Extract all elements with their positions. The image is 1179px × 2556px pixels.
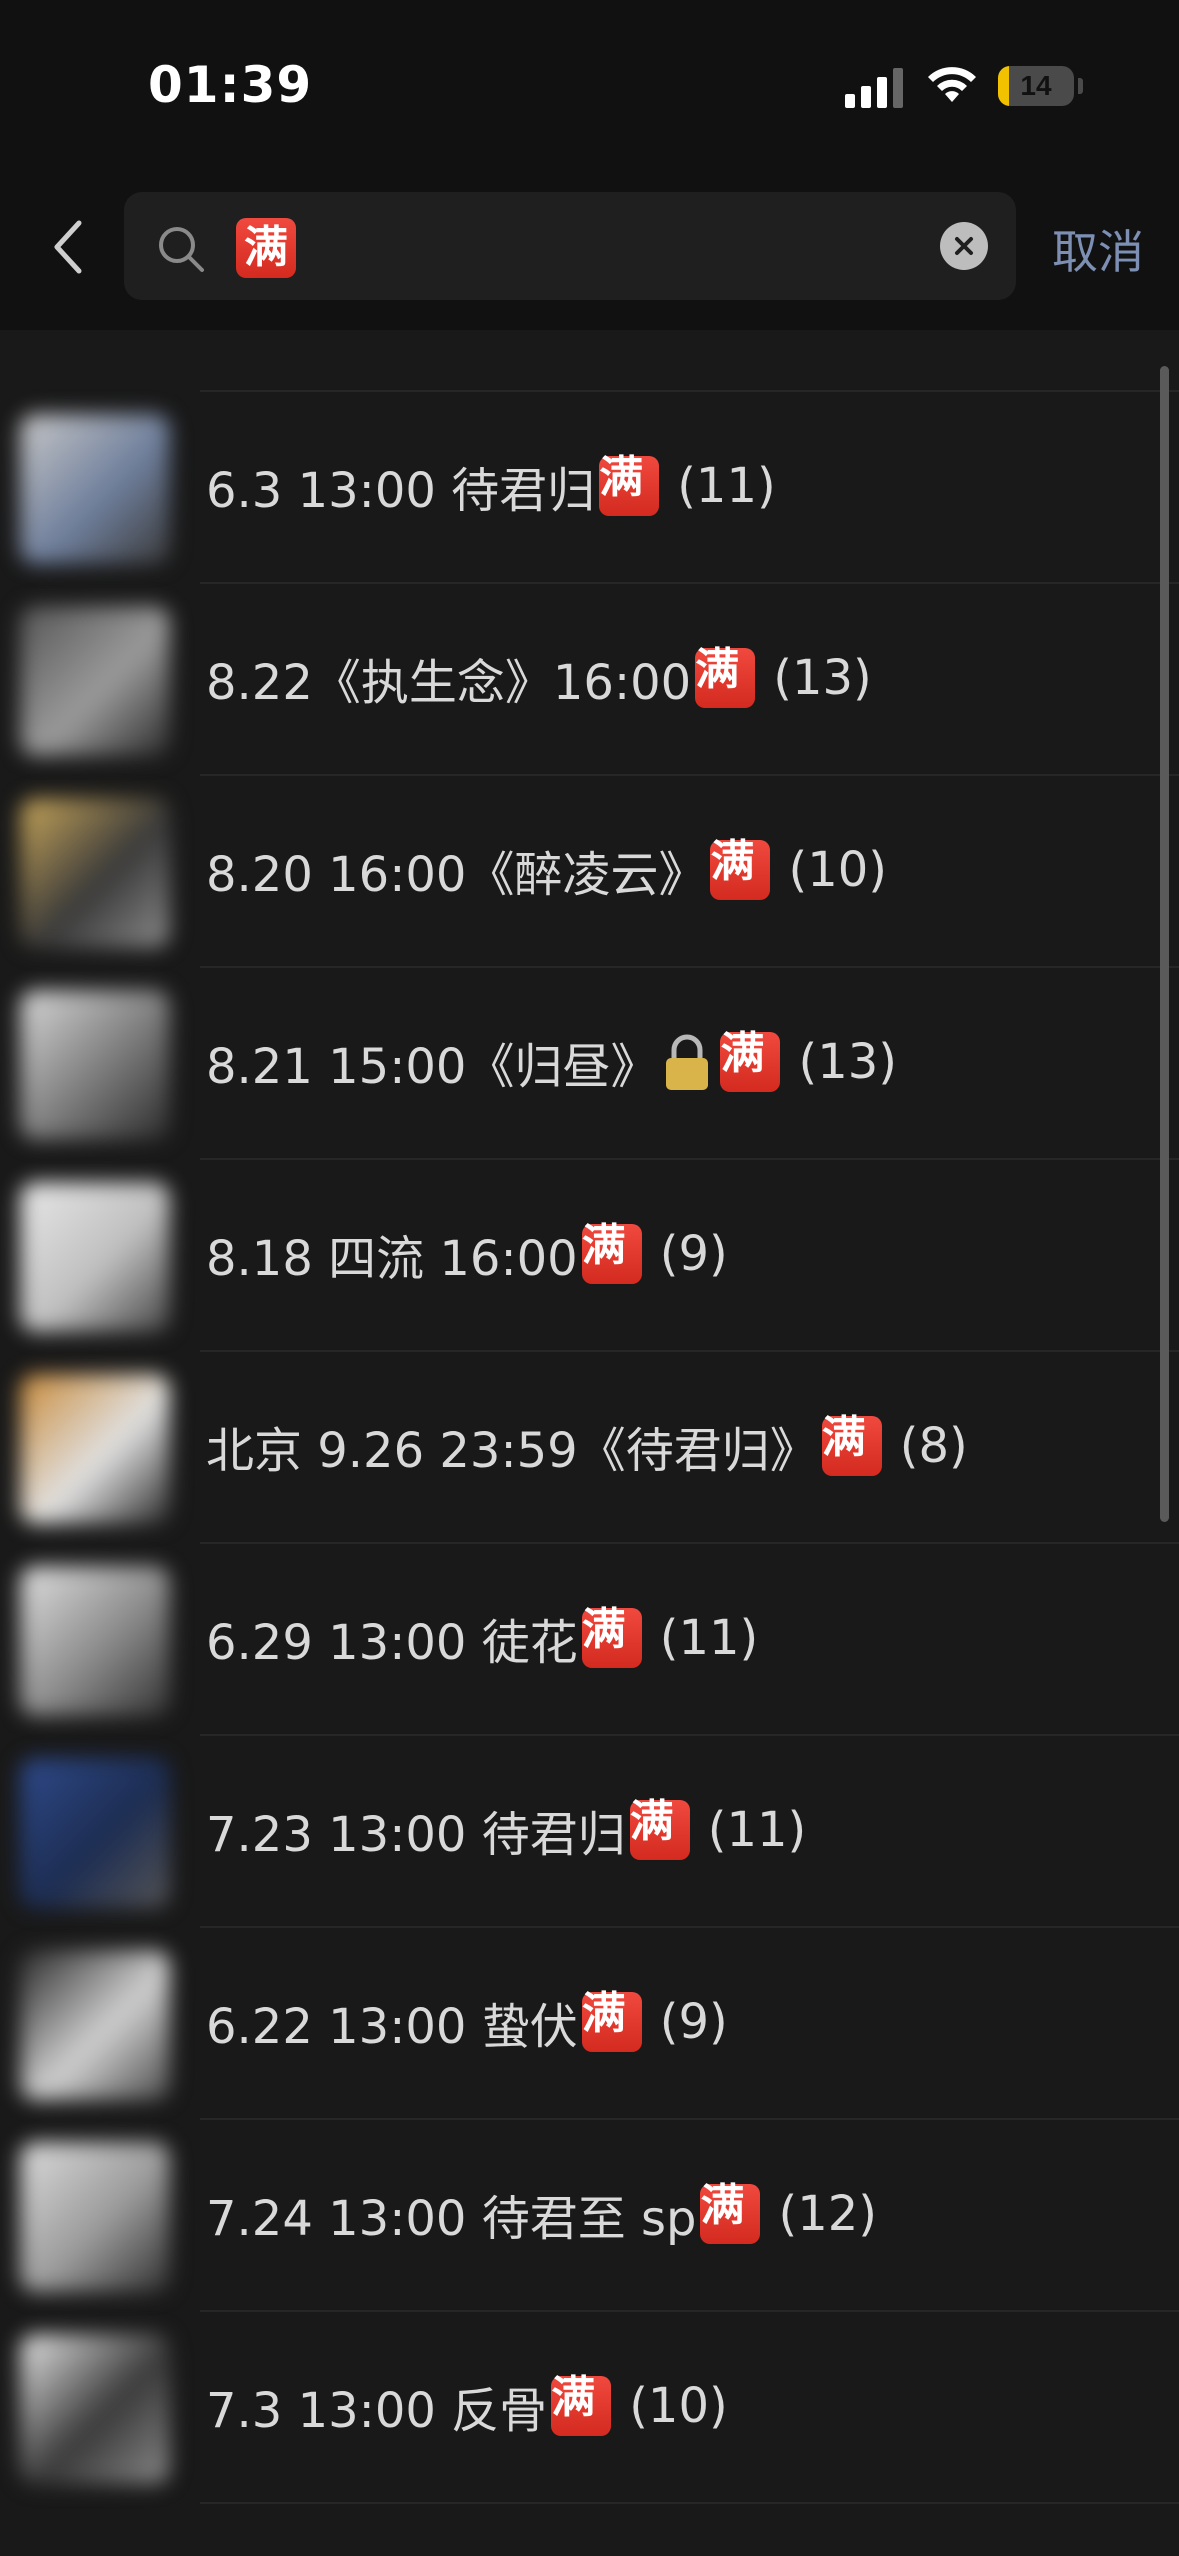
row-divider bbox=[200, 2502, 1179, 2504]
scrollbar[interactable] bbox=[1160, 366, 1169, 1522]
full-badge: 满 bbox=[581, 1992, 642, 2052]
result-row[interactable]: 6.29 13:00 徒花满 (11) bbox=[0, 1542, 1160, 1732]
full-badge: 满 bbox=[236, 218, 296, 278]
result-title: 6.22 13:00 蛰伏满 (9) bbox=[206, 1986, 728, 2058]
member-count: (10) bbox=[788, 842, 887, 898]
group-avatar bbox=[20, 2334, 170, 2484]
full-badge: 满 bbox=[821, 1416, 882, 1476]
battery-level: 14 bbox=[1020, 70, 1052, 101]
result-row[interactable]: 8.18 四流 16:00 满 (9) bbox=[0, 1158, 1160, 1348]
full-badge: 满 bbox=[720, 1032, 781, 1092]
signal-icon bbox=[845, 68, 903, 108]
result-title: 7.3 13:00 反骨满 (10) bbox=[206, 2370, 728, 2442]
result-row[interactable]: 8.21 15:00《归昼》 满 (13) bbox=[0, 966, 1160, 1156]
member-count: (9) bbox=[659, 1994, 728, 2050]
clear-search-button[interactable] bbox=[940, 222, 988, 270]
result-row[interactable]: 北京 9.26 23:59《待君归》满 (8) bbox=[0, 1350, 1160, 1540]
result-title-text: 6.29 13:00 徒花 bbox=[206, 1615, 578, 1671]
result-title: 7.24 13:00 待君至 sp 满 (12) bbox=[206, 2178, 877, 2250]
search-icon bbox=[159, 227, 204, 272]
result-title: 8.20 16:00《醉凌云》满 (10) bbox=[206, 834, 887, 906]
member-count: (10) bbox=[629, 2378, 728, 2434]
lock-icon bbox=[666, 1034, 709, 1090]
full-badge: 满 bbox=[581, 1224, 642, 1284]
member-count: (11) bbox=[707, 1802, 807, 1858]
full-badge: 满 bbox=[629, 1800, 690, 1860]
group-avatar bbox=[20, 798, 170, 948]
full-badge: 满 bbox=[551, 2376, 612, 2436]
search-input[interactable]: 满 bbox=[232, 218, 300, 278]
search-box[interactable]: 满 bbox=[124, 192, 1016, 300]
battery-icon: 14 bbox=[998, 66, 1074, 106]
back-button[interactable] bbox=[38, 212, 98, 282]
back-icon bbox=[54, 220, 82, 274]
result-title-text: 8.21 15:00《归昼》 bbox=[206, 1039, 659, 1095]
status-time: 01:39 bbox=[148, 56, 313, 114]
result-title-text: 6.22 13:00 蛰伏 bbox=[206, 1999, 578, 2055]
result-title-text: 北京 9.26 23:59《待君归》 bbox=[206, 1423, 818, 1479]
member-count: (11) bbox=[677, 458, 776, 514]
member-count: (8) bbox=[899, 1418, 968, 1474]
search-results-list: 6.3 13:00 待君归满 (11) 8.22《执生念》16:00 满 (13) 8.2… bbox=[0, 330, 1179, 2556]
wifi-icon bbox=[928, 67, 976, 102]
full-badge: 满 bbox=[695, 648, 756, 708]
member-count: (11) bbox=[659, 1610, 759, 1666]
result-row[interactable]: 7.3 13:00 反骨满 (10) bbox=[0, 2310, 1160, 2500]
group-avatar bbox=[20, 2142, 170, 2292]
member-count: (13) bbox=[773, 650, 872, 706]
full-badge: 满 bbox=[581, 1608, 642, 1668]
result-row[interactable]: 6.3 13:00 待君归满 (11) bbox=[0, 390, 1160, 580]
group-avatar bbox=[20, 414, 170, 564]
group-avatar bbox=[20, 990, 170, 1140]
result-title: 8.21 15:00《归昼》 满 (13) bbox=[206, 1026, 897, 1098]
group-avatar bbox=[20, 1566, 170, 1716]
clear-icon bbox=[955, 237, 973, 255]
battery-cap bbox=[1078, 78, 1083, 94]
cancel-button[interactable]: 取消 bbox=[1052, 216, 1144, 282]
status-bar: 01:39 14 bbox=[0, 0, 1179, 170]
result-row[interactable]: 8.22《执生念》16:00 满 (13) bbox=[0, 582, 1160, 772]
result-title-text: 7.3 13:00 反骨 bbox=[206, 2383, 548, 2439]
result-title: 6.3 13:00 待君归满 (11) bbox=[206, 450, 776, 522]
result-title: 8.22《执生念》16:00 满 (13) bbox=[206, 642, 872, 714]
wechat-search-screen: 01:39 14 满 取消 6.3 13:00 待君归 满 (11) 8.22《… bbox=[0, 0, 1179, 2556]
group-avatar bbox=[20, 1374, 170, 1524]
full-badge: 满 bbox=[710, 840, 771, 900]
group-avatar bbox=[20, 1950, 170, 2100]
search-header: 满 取消 bbox=[0, 170, 1179, 330]
result-title-text: 6.3 13:00 待君归 bbox=[206, 463, 596, 519]
result-title-text: 7.23 13:00 待君归 bbox=[206, 1807, 626, 1863]
member-count: (9) bbox=[659, 1226, 728, 1282]
result-title-text: 8.18 四流 16:00 bbox=[206, 1231, 578, 1287]
member-count: (12) bbox=[778, 2186, 877, 2242]
result-title-text: 8.22《执生念》16:00 bbox=[206, 655, 692, 711]
result-row[interactable]: 6.22 13:00 蛰伏满 (9) bbox=[0, 1926, 1160, 2116]
result-row[interactable]: 7.24 13:00 待君至 sp 满 (12) bbox=[0, 2118, 1160, 2308]
result-title: 北京 9.26 23:59《待君归》满 (8) bbox=[206, 1410, 968, 1482]
member-count: (13) bbox=[798, 1034, 897, 1090]
full-badge: 满 bbox=[700, 2184, 761, 2244]
group-avatar bbox=[20, 1182, 170, 1332]
group-avatar bbox=[20, 606, 170, 756]
result-title: 8.18 四流 16:00 满 (9) bbox=[206, 1218, 728, 1290]
result-title: 6.29 13:00 徒花满 (11) bbox=[206, 1602, 758, 1674]
result-row[interactable]: 8.20 16:00《醉凌云》满 (10) bbox=[0, 774, 1160, 964]
group-avatar bbox=[20, 1758, 170, 1908]
full-badge: 满 bbox=[599, 456, 660, 516]
result-row[interactable]: 7.23 13:00 待君归满 (11) bbox=[0, 1734, 1160, 1924]
result-title-text: 7.24 13:00 待君至 sp bbox=[206, 2191, 697, 2247]
result-title-text: 8.20 16:00《醉凌云》 bbox=[206, 847, 707, 903]
result-title: 7.23 13:00 待君归满 (11) bbox=[206, 1794, 806, 1866]
